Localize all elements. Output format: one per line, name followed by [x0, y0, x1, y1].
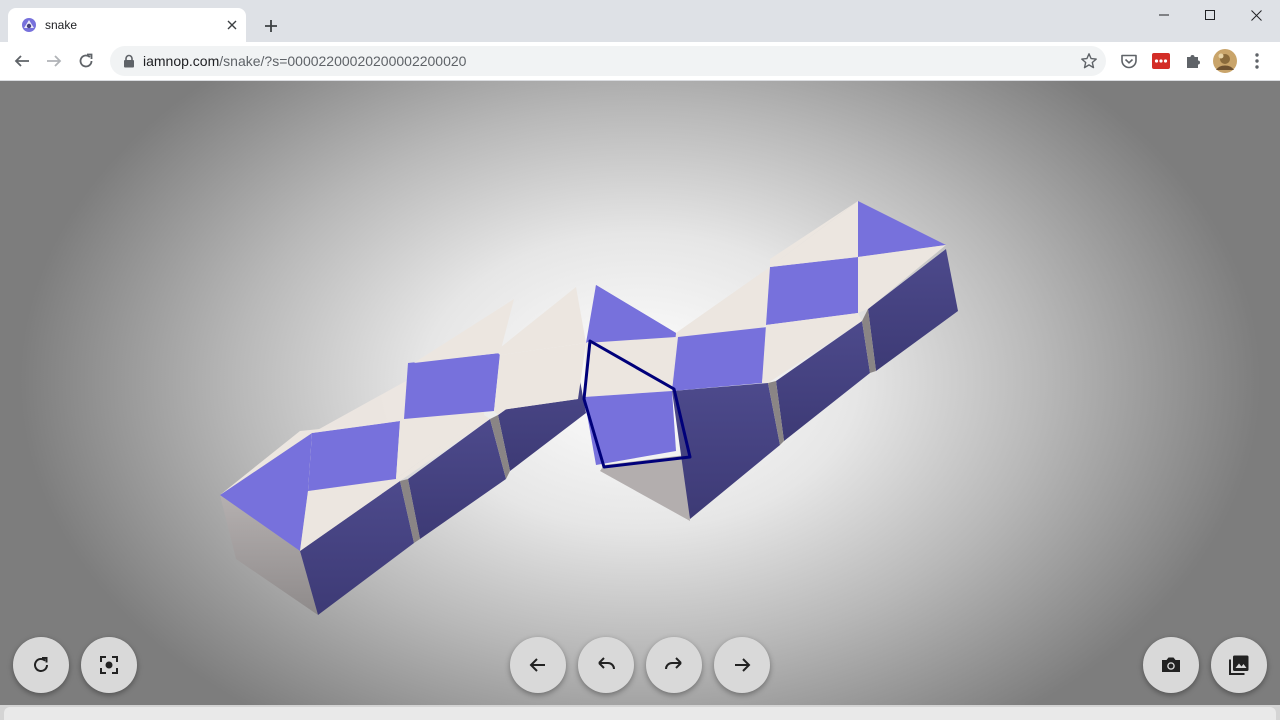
bottom-edge [0, 705, 1280, 720]
lastpass-extension[interactable] [1151, 51, 1171, 71]
redo-button[interactable] [646, 637, 702, 693]
minimize-button[interactable] [1141, 0, 1187, 30]
undo-icon [598, 657, 615, 670]
arrow-left-icon [529, 658, 545, 672]
pocket-extension[interactable] [1119, 51, 1139, 71]
url-text[interactable]: iamnop.com/snake/?s=00002200020200002200… [143, 53, 466, 69]
address-bar[interactable]: iamnop.com/snake/?s=00002200020200002200… [110, 46, 1106, 76]
profile-button[interactable] [1213, 49, 1237, 73]
browser-toolbar: iamnop.com/snake/?s=00002200020200002200… [0, 42, 1280, 81]
snake-segment-left [220, 287, 586, 615]
gallery-button[interactable] [1211, 637, 1267, 693]
previous-button[interactable] [510, 637, 566, 693]
back-icon [14, 55, 29, 67]
reset-button[interactable] [13, 637, 69, 693]
tab-title: snake [45, 18, 78, 32]
url-path: /snake/?s=00002200020200002200020 [219, 53, 467, 69]
url-host: iamnop.com [143, 53, 220, 69]
tab-strip: snake [0, 0, 1280, 42]
new-tab-button[interactable] [259, 14, 283, 38]
forward-button[interactable] [40, 47, 68, 75]
reload-button[interactable] [72, 47, 100, 75]
bookmark-star-icon[interactable] [1080, 52, 1098, 70]
reload-icon [79, 53, 93, 68]
gallery-image-icon [1229, 655, 1249, 675]
tab-snake[interactable]: snake [8, 8, 246, 42]
plus-icon [265, 20, 277, 32]
close-icon [1250, 9, 1262, 21]
snake-canvas[interactable] [0, 81, 1280, 705]
lock-icon [124, 54, 134, 68]
next-button[interactable] [714, 637, 770, 693]
kebab-menu-icon [1255, 53, 1259, 69]
undo-button[interactable] [578, 637, 634, 693]
extensions-puzzle-icon [1187, 55, 1200, 68]
redo-icon [665, 657, 682, 670]
back-button[interactable] [8, 47, 36, 75]
snake-3d-model[interactable] [0, 81, 1280, 705]
center-view-button[interactable] [81, 637, 137, 693]
lastpass-icon [1152, 53, 1170, 69]
close-tab-icon[interactable] [224, 17, 240, 33]
screenshot-button[interactable] [1143, 637, 1199, 693]
bottom-panel-handle [4, 707, 1276, 720]
reset-rotate-icon [34, 657, 48, 672]
camera-icon [1162, 657, 1180, 672]
arrow-right-icon [735, 658, 751, 672]
minimize-icon [1159, 14, 1169, 16]
maximize-button[interactable] [1187, 0, 1233, 30]
pocket-icon [1121, 54, 1137, 69]
browser-window: snake iamnop.com/snake/?s=00002200020200… [0, 0, 1280, 720]
focus-frame-icon [100, 656, 118, 674]
forward-icon [47, 55, 62, 67]
iamnop-logo-icon [22, 18, 36, 32]
close-window-button[interactable] [1233, 0, 1279, 30]
maximize-icon [1205, 10, 1215, 20]
extensions-button[interactable] [1183, 51, 1203, 71]
profile-avatar [1213, 49, 1237, 73]
chrome-menu-button[interactable] [1247, 51, 1267, 71]
snake-segment-right [672, 201, 958, 519]
